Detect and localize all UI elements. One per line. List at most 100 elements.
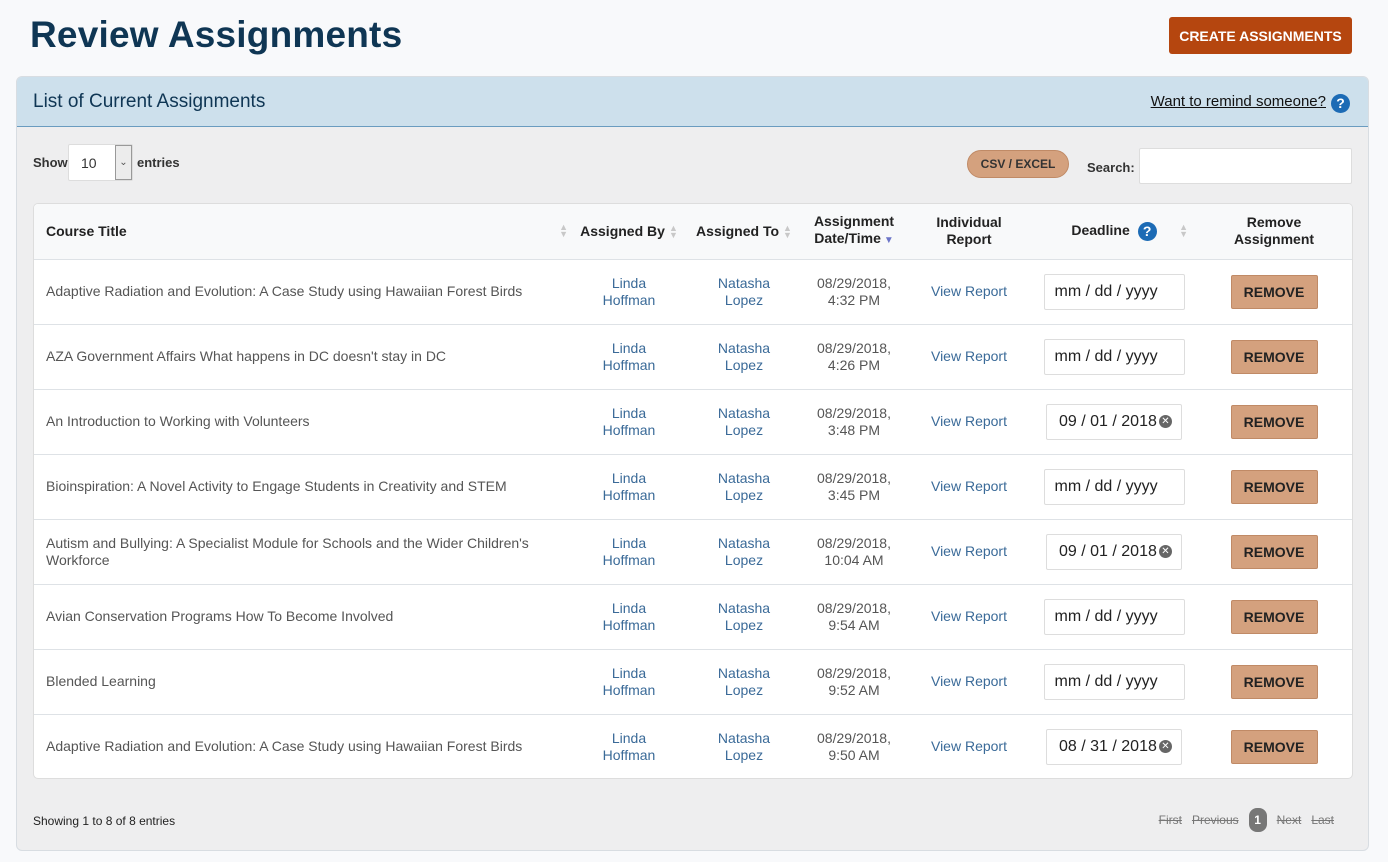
assigned-by-cell[interactable]: Linda Hoffman [574, 519, 684, 584]
remove-cell: REMOVE [1194, 584, 1352, 649]
create-assignments-button[interactable]: CREATE ASSIGNMENTS [1169, 17, 1352, 54]
deadline-date-input[interactable]: 09 / 01 / 2018 ✕ [1046, 533, 1182, 570]
question-circle-icon[interactable]: ? [1137, 221, 1157, 241]
assigned-by-cell[interactable]: Linda Hoffman [574, 714, 684, 778]
course-title-cell: An Introduction to Working with Voluntee… [46, 413, 310, 429]
previous-page-link[interactable]: Previous [1192, 813, 1239, 827]
assignment-datetime-cell: 08/29/2018, 3:45 PM [817, 469, 891, 503]
deadline-date-input[interactable]: mm / dd / yyyy [1043, 468, 1185, 505]
view-report-link[interactable]: View Report [904, 259, 1034, 324]
panel-header: List of Current Assignments Want to remi… [17, 77, 1368, 127]
page-title: Review Assignments [30, 14, 403, 55]
view-report-link[interactable]: View Report [904, 324, 1034, 389]
assigned-by-cell[interactable]: Linda Hoffman [574, 259, 684, 324]
assigned-to-cell[interactable]: Natasha Lopez [684, 649, 804, 714]
deadline-cell: 09 / 01 / 2018 ✕ [1034, 519, 1194, 584]
assigned-by-cell[interactable]: Linda Hoffman [574, 584, 684, 649]
sort-both-icon[interactable]: ▲ ▼ [783, 224, 792, 240]
remove-button[interactable]: REMOVE [1230, 729, 1318, 764]
remove-button[interactable]: REMOVE [1230, 599, 1318, 634]
sort-both-icon[interactable]: ▲ ▼ [1179, 223, 1188, 239]
col-header-course-title[interactable]: Course Title ▲ ▼ [34, 204, 574, 260]
col-header-assignment-datetime[interactable]: Assignment Date/Time ▼ [804, 204, 904, 260]
table-row: Blended Learning Linda Hoffman Natasha Lop… [34, 649, 1352, 714]
remove-cell: REMOVE [1194, 454, 1352, 519]
view-report-link[interactable]: View Report [904, 714, 1034, 778]
deadline-date-input[interactable]: mm / dd / yyyy [1043, 663, 1185, 700]
view-report-link[interactable]: View Report [904, 584, 1034, 649]
deadline-date-input[interactable]: 09 / 01 / 2018 ✕ [1046, 403, 1182, 440]
entries-label: entries [137, 155, 180, 170]
course-title-cell: Autism and Bullying: A Specialist Module… [46, 534, 529, 568]
assigned-to-cell[interactable]: Natasha Lopez [684, 324, 804, 389]
current-page-button[interactable]: 1 [1248, 808, 1267, 832]
assigned-to-cell[interactable]: Natasha Lopez [684, 714, 804, 778]
course-title-cell: Adaptive Radiation and Evolution: A Case… [46, 738, 523, 755]
assignment-datetime-cell: 08/29/2018, 9:50 AM [817, 729, 891, 763]
clear-x-icon[interactable]: ✕ [1159, 739, 1172, 753]
assigned-to-cell[interactable]: Natasha Lopez [684, 519, 804, 584]
deadline-date-input[interactable]: mm / dd / yyyy [1043, 598, 1185, 635]
assigned-by-cell[interactable]: Linda Hoffman [574, 389, 684, 454]
sort-desc-icon[interactable]: ▼ [884, 235, 894, 246]
search-label: Search: [1087, 160, 1135, 175]
search-input[interactable] [1139, 148, 1352, 184]
assignment-datetime-cell: 08/29/2018, 9:52 AM [817, 664, 891, 698]
clear-x-icon[interactable]: ✕ [1159, 544, 1172, 558]
remove-button[interactable]: REMOVE [1230, 339, 1318, 374]
remove-cell: REMOVE [1194, 389, 1352, 454]
deadline-cell: mm / dd / yyyy [1034, 584, 1194, 649]
assigned-by-cell[interactable]: Linda Hoffman [574, 324, 684, 389]
clear-x-icon[interactable]: ✕ [1159, 414, 1172, 428]
next-page-link[interactable]: Next [1277, 813, 1302, 827]
assignment-datetime-cell: 08/29/2018, 4:32 PM [817, 274, 891, 308]
assignment-datetime-cell: 08/29/2018, 10:04 AM [817, 534, 891, 568]
deadline-date-input[interactable]: mm / dd / yyyy [1043, 273, 1185, 310]
first-page-link[interactable]: First [1159, 813, 1182, 827]
course-title-cell: Bioinspiration: A Novel Activity to Enga… [46, 478, 507, 494]
assignment-datetime-cell: 08/29/2018, 3:48 PM [817, 404, 891, 438]
view-report-link[interactable]: View Report [904, 519, 1034, 584]
view-report-link[interactable]: View Report [904, 649, 1034, 714]
assigned-to-cell[interactable]: Natasha Lopez [684, 454, 804, 519]
show-label: Show [33, 155, 68, 170]
remove-button[interactable]: REMOVE [1230, 534, 1318, 569]
view-report-link[interactable]: View Report [904, 389, 1034, 454]
remove-cell: REMOVE [1194, 714, 1352, 778]
col-header-assigned-by[interactable]: Assigned By ▲ ▼ [574, 204, 684, 260]
table-row: Bioinspiration: A Novel Activity to Enga… [34, 454, 1352, 519]
sort-both-icon[interactable]: ▲ ▼ [559, 223, 568, 239]
remove-button[interactable]: REMOVE [1230, 404, 1318, 439]
col-header-deadline[interactable]: Deadline ? ▲ ▼ [1034, 204, 1194, 260]
assigned-to-cell[interactable]: Natasha Lopez [684, 259, 804, 324]
entries-per-page-select[interactable]: 10 ⌄ [68, 144, 133, 181]
remove-button[interactable]: REMOVE [1230, 664, 1318, 699]
question-circle-icon[interactable]: ? [1331, 94, 1350, 113]
deadline-date-input[interactable]: 08 / 31 / 2018 ✕ [1046, 728, 1182, 765]
chevron-down-icon[interactable]: ⌄ [115, 145, 132, 180]
col-header-remove-assignment: Remove Assignment [1194, 204, 1352, 260]
deadline-cell: mm / dd / yyyy [1034, 259, 1194, 324]
assigned-by-cell[interactable]: Linda Hoffman [574, 649, 684, 714]
remind-someone-link[interactable]: Want to remind someone? [1151, 93, 1326, 110]
col-header-assigned-to[interactable]: Assigned To ▲ ▼ [684, 204, 804, 260]
last-page-link[interactable]: Last [1311, 813, 1334, 827]
showing-entries-info: Showing 1 to 8 of 8 entries [33, 814, 176, 828]
csv-excel-button[interactable]: CSV / EXCEL [967, 150, 1069, 178]
remove-button[interactable]: REMOVE [1230, 469, 1318, 504]
deadline-cell: 09 / 01 / 2018 ✕ [1034, 389, 1194, 454]
view-report-link[interactable]: View Report [904, 454, 1034, 519]
deadline-date-input[interactable]: mm / dd / yyyy [1043, 338, 1185, 375]
remove-button[interactable]: REMOVE [1230, 274, 1318, 309]
table-row: Adaptive Radiation and Evolution: A Case… [34, 259, 1352, 324]
course-title-cell: Avian Conservation Programs How To Becom… [46, 608, 394, 624]
deadline-cell: mm / dd / yyyy [1034, 454, 1194, 519]
pagination: First Previous 1 Next Last [1149, 808, 1334, 832]
assigned-to-cell[interactable]: Natasha Lopez [684, 389, 804, 454]
assigned-to-cell[interactable]: Natasha Lopez [684, 584, 804, 649]
panel-title: List of Current Assignments [33, 91, 266, 112]
sort-both-icon[interactable]: ▲ ▼ [669, 224, 678, 240]
assigned-by-cell[interactable]: Linda Hoffman [574, 454, 684, 519]
remove-cell: REMOVE [1194, 324, 1352, 389]
deadline-cell: 08 / 31 / 2018 ✕ [1034, 714, 1194, 778]
